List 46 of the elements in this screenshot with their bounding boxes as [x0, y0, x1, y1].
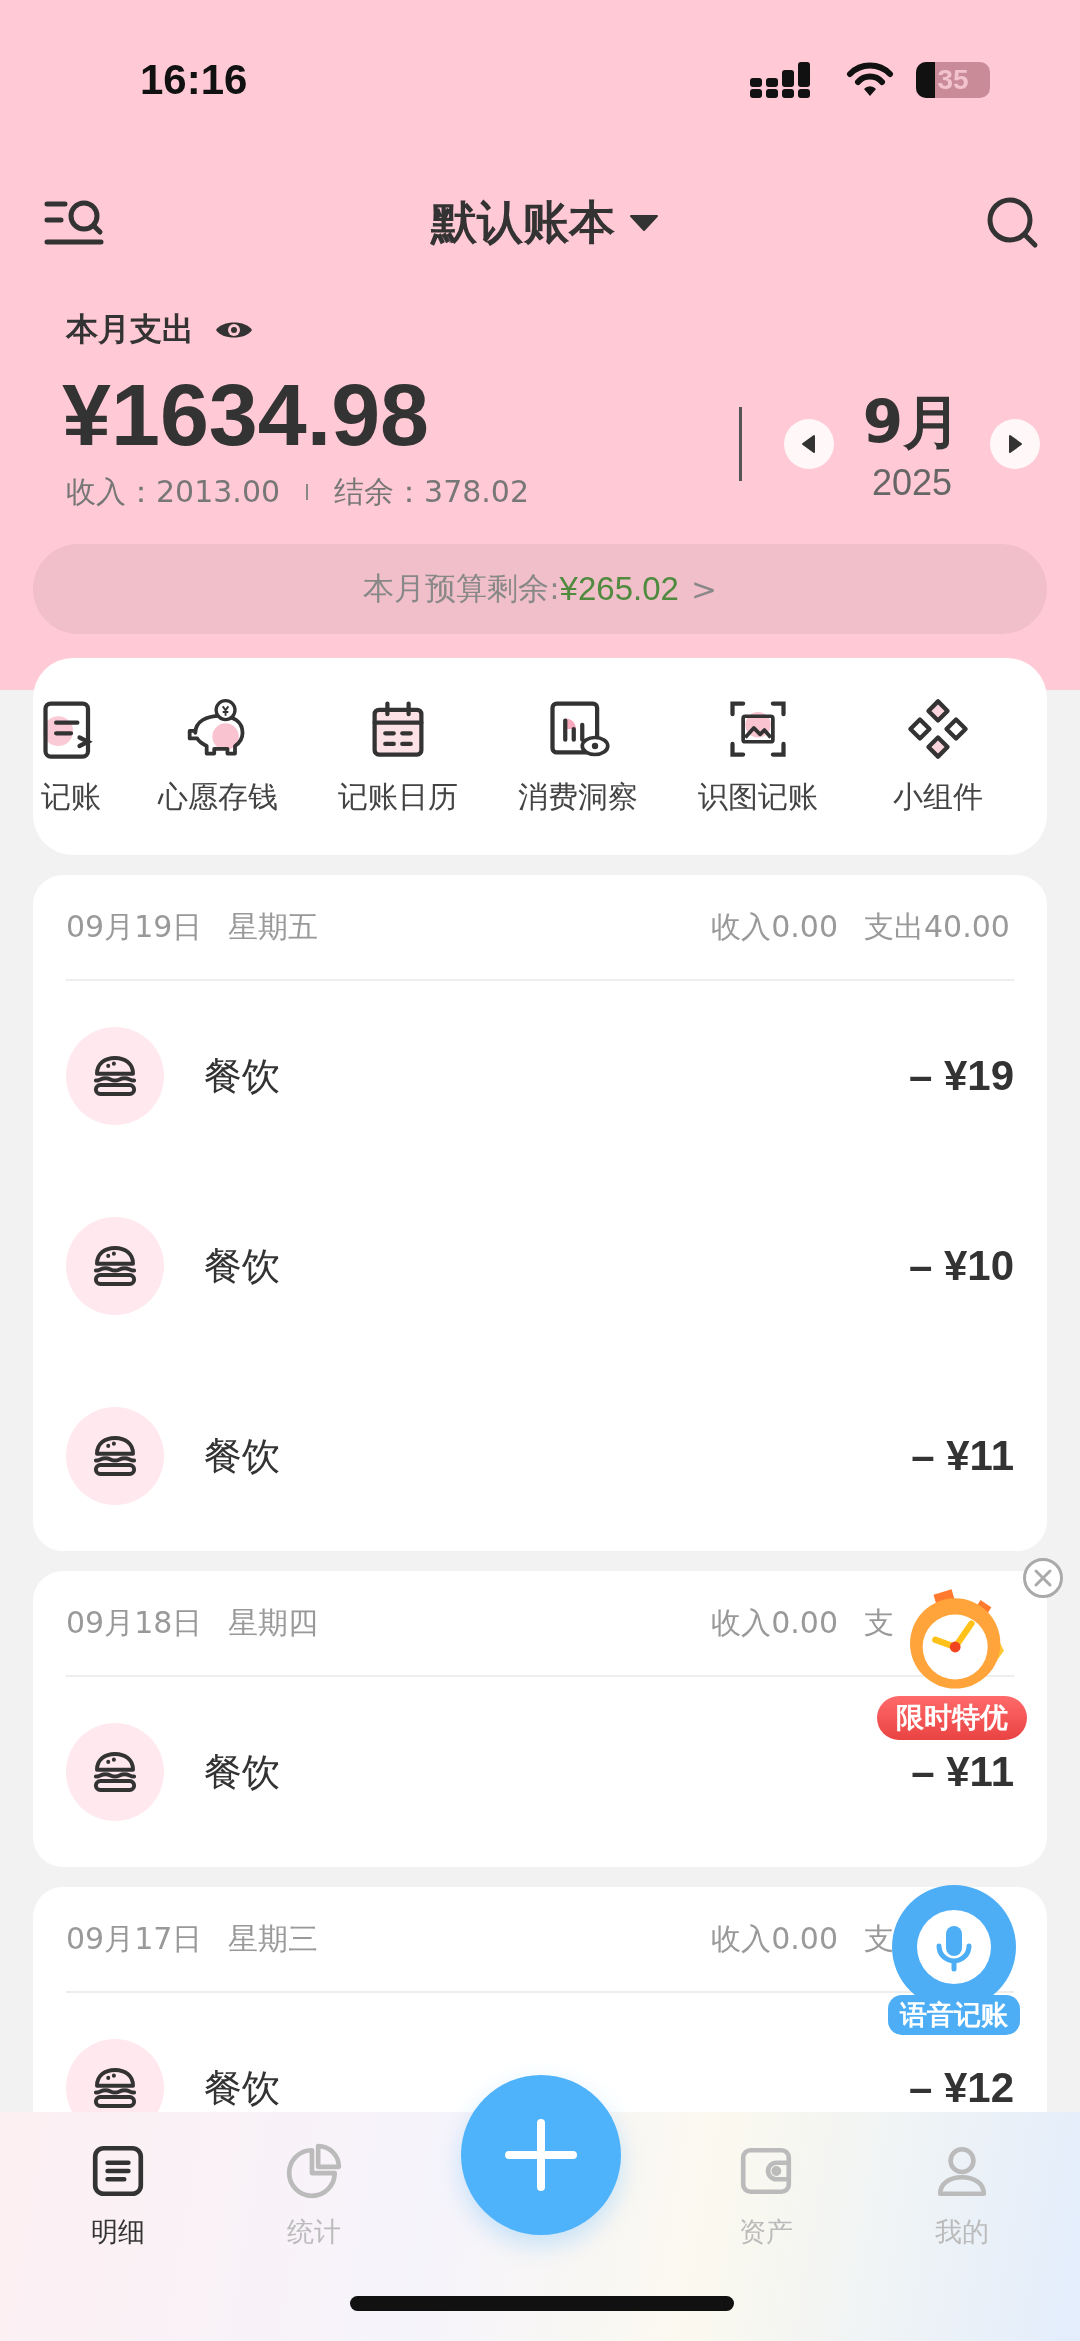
year-text: 2025 [871, 462, 953, 504]
category-text: 餐饮 [204, 2064, 281, 2112]
shortcut-item[interactable]: 记账日历 [308, 695, 488, 818]
category-text: 餐饮 [204, 1748, 281, 1796]
day-income-text: 收入0.00 [711, 1603, 838, 1642]
previous-month-button[interactable] [784, 419, 834, 469]
pie-chart-icon [285, 2142, 344, 2200]
day-income-text: 收入0.00 [711, 1919, 838, 1958]
entry-amount: – ¥11 [911, 1432, 1014, 1480]
date-text: 09月17日 [66, 1919, 203, 1958]
month-text: 9月 [862, 387, 962, 458]
entry-amount: – ¥11 [911, 1748, 1014, 1796]
date-text: 09月19日 [66, 907, 203, 946]
weekday-text: 星期四 [228, 1603, 319, 1642]
shortcut-item[interactable]: 心愿存钱 [128, 695, 308, 818]
ledger-selector[interactable]: 默认账本 [431, 191, 659, 254]
shortcut-item[interactable]: 识图记账 [668, 695, 848, 818]
day-expense-text: 支出40.00 [864, 908, 1010, 944]
day-income-text: 收入0.00 [711, 907, 838, 946]
weekday-text: 星期五 [228, 907, 319, 946]
battery-indicator: 35 [916, 62, 990, 98]
plus-icon [503, 2117, 579, 2193]
shortcut-item[interactable]: 消费洞察 [488, 695, 668, 818]
entry-amount: – ¥12 [908, 2064, 1014, 2112]
expense-amount: ¥1634.98 [62, 364, 431, 466]
expense-label: 本月支出 [66, 309, 194, 350]
caret-icon [629, 212, 659, 233]
entry-amount: – ¥19 [908, 1052, 1014, 1100]
day-expense-text: 支 [864, 1604, 894, 1640]
category-text: 餐饮 [204, 1242, 281, 1290]
next-month-button[interactable] [990, 419, 1040, 469]
category-text: 餐饮 [204, 1052, 281, 1100]
category-text: 餐饮 [204, 1432, 281, 1480]
income-text: 收入：2013.00 [66, 472, 281, 511]
shortcut-item[interactable]: 记账 [33, 695, 128, 818]
shortcut-item[interactable]: 小组件 [848, 695, 1028, 818]
search-icon[interactable] [986, 195, 1040, 250]
weekday-text: 星期三 [228, 1919, 319, 1958]
microphone-icon [917, 1910, 991, 1984]
date-text: 09月18日 [66, 1603, 203, 1642]
burger-icon [66, 2039, 164, 2112]
entry-amount: – ¥10 [908, 1242, 1014, 1290]
tab-item[interactable]: 明细 [20, 2112, 217, 2341]
wifi-icon [846, 62, 894, 98]
status-time: 16:16 [140, 56, 249, 104]
balance-text: 结余：378.02 [334, 472, 530, 511]
